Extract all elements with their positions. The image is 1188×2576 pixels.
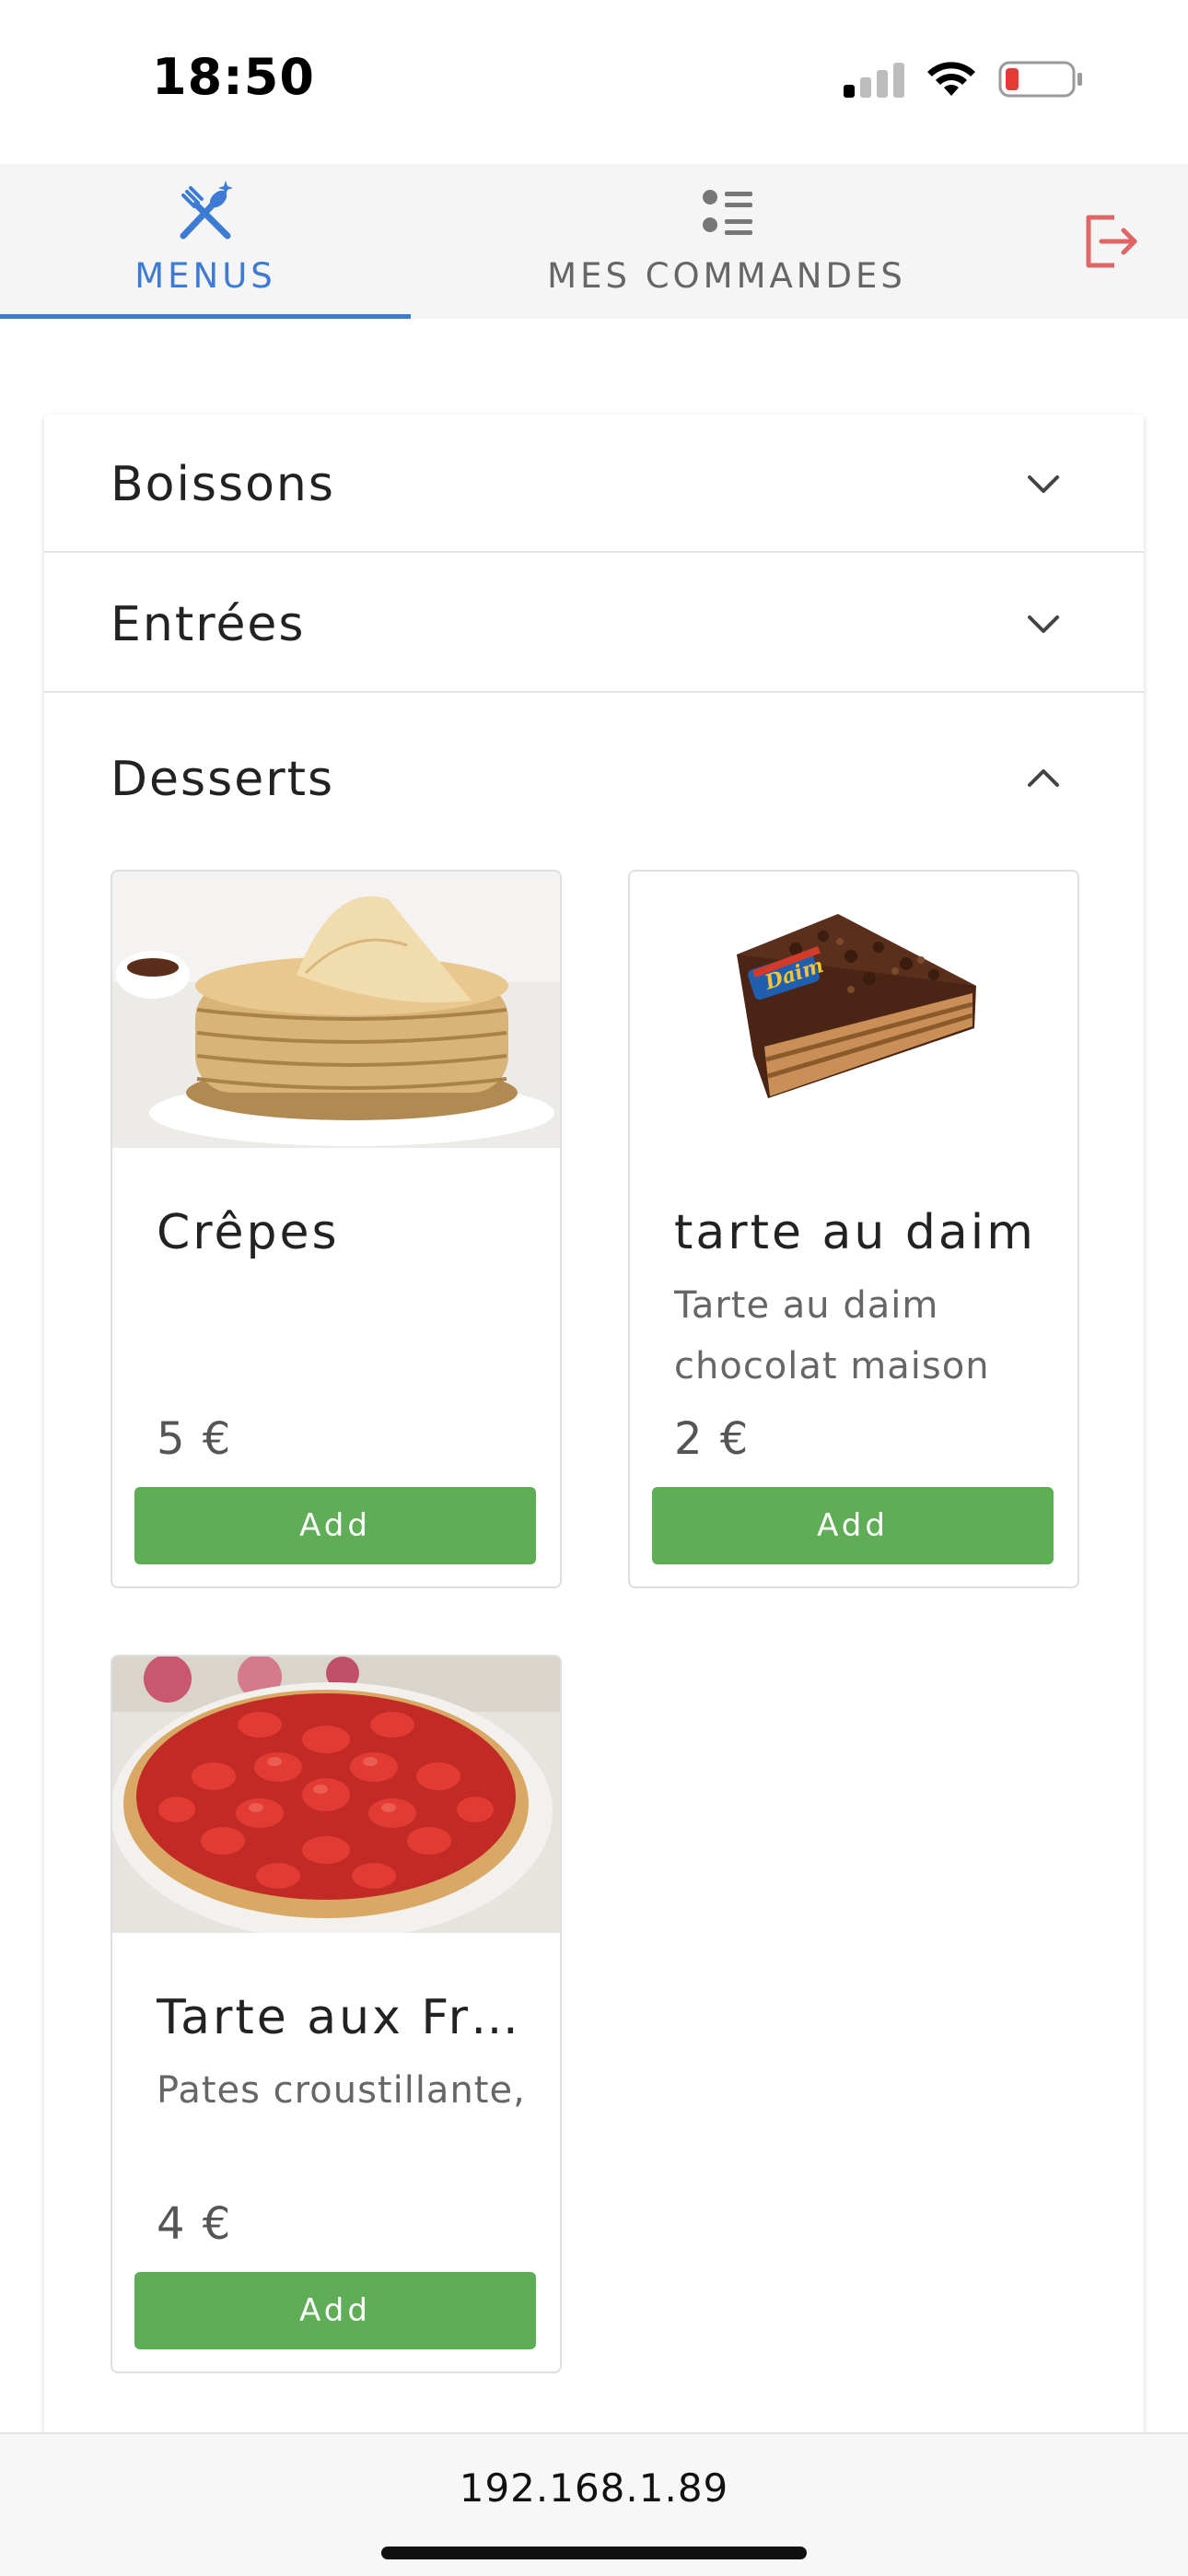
strawberry-tart-image bbox=[112, 1657, 560, 1933]
chevron-down-icon bbox=[1028, 475, 1059, 493]
product-price: 2 € bbox=[674, 1413, 751, 1465]
menu-categories-accordion: Boissons Entrées Desserts Crêpes 5 € Add… bbox=[44, 415, 1144, 2576]
battery-icon bbox=[998, 61, 1082, 98]
daim-cake-image: Daim bbox=[630, 872, 1077, 1148]
url-text: 192.168.1.89 bbox=[459, 2465, 729, 2511]
home-indicator[interactable] bbox=[381, 2547, 807, 2559]
top-navigation: MENUS MES COMMANDES bbox=[0, 164, 1188, 319]
product-price: 5 € bbox=[157, 1413, 233, 1465]
product-card-crepes: Crêpes 5 € Add bbox=[111, 870, 562, 1588]
product-title: Crêpes bbox=[157, 1205, 340, 1260]
product-description bbox=[157, 1275, 534, 1397]
status-bar: 18:50 bbox=[0, 0, 1188, 164]
product-title: Tarte aux Fraises bbox=[157, 1990, 525, 2045]
list-icon bbox=[703, 190, 752, 235]
chevron-down-icon bbox=[1028, 615, 1059, 633]
category-title: Desserts bbox=[111, 752, 335, 807]
product-price: 4 € bbox=[157, 2198, 233, 2250]
category-boissons[interactable]: Boissons bbox=[44, 415, 1144, 553]
category-entrees[interactable]: Entrées bbox=[44, 555, 1144, 693]
product-card-tarte-au-daim: Daim tarte au daim Tarte au daim chocola… bbox=[628, 870, 1079, 1588]
category-title: Boissons bbox=[111, 457, 335, 512]
browser-url-bar[interactable]: 192.168.1.89 bbox=[0, 2432, 1188, 2576]
add-to-order-button[interactable]: Add bbox=[652, 1487, 1054, 1564]
category-desserts[interactable]: Desserts bbox=[44, 709, 1144, 848]
category-title: Entrées bbox=[111, 597, 306, 652]
add-to-order-button[interactable]: Add bbox=[134, 2272, 536, 2349]
logout-icon[interactable] bbox=[1077, 208, 1144, 275]
tab-mes-commandes-label: MES COMMANDES bbox=[547, 256, 906, 296]
tab-menus-label: MENUS bbox=[134, 256, 276, 296]
crepes-image bbox=[112, 872, 560, 1148]
product-description: Tarte au daim chocolat maison bbox=[674, 1284, 990, 1388]
chevron-up-icon bbox=[1028, 769, 1059, 787]
product-card-tarte-aux-fraises: Tarte aux Fraises Pates croustillante, 4… bbox=[111, 1655, 562, 2373]
add-to-order-button[interactable]: Add bbox=[134, 1487, 536, 1564]
utensils-sparkle-icon bbox=[180, 181, 233, 240]
status-time: 18:50 bbox=[152, 48, 315, 106]
tab-mes-commandes[interactable]: MES COMMANDES bbox=[411, 164, 1042, 319]
product-description: Pates croustillante, bbox=[157, 2069, 526, 2112]
cellular-signal-icon bbox=[844, 61, 904, 98]
product-title: tarte au daim bbox=[674, 1205, 1036, 1260]
tab-menus[interactable]: MENUS bbox=[0, 164, 411, 319]
wifi-icon bbox=[927, 62, 975, 96]
active-tab-indicator bbox=[0, 314, 411, 319]
